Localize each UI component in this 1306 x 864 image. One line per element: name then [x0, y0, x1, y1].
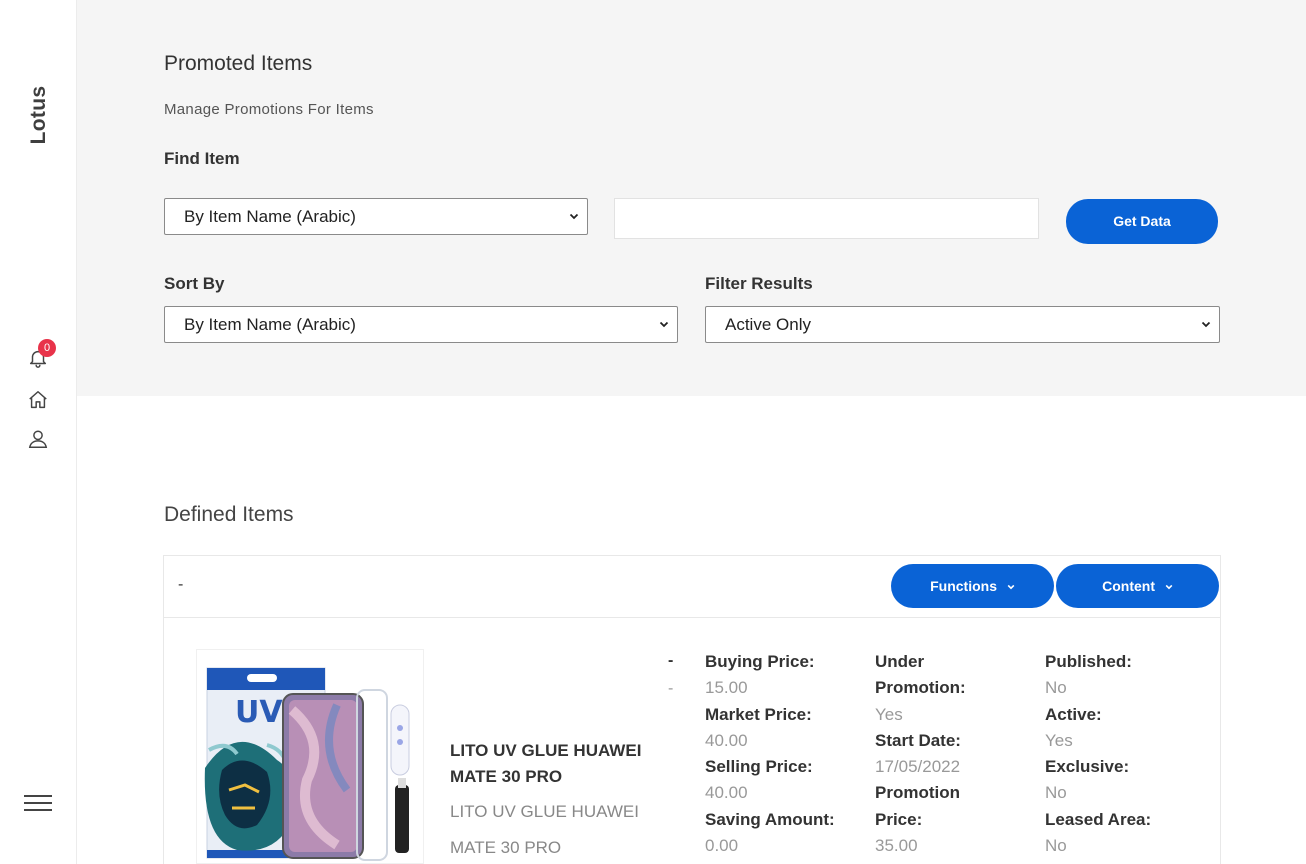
search-by-select[interactable]: By Item Name (Arabic) — [164, 198, 588, 235]
saving-amount-value: 0.00 — [705, 836, 739, 856]
buying-price-value: 15.00 — [705, 678, 748, 698]
item-subtitle: LITO UV GLUE HUAWEI MATE 30 PRO — [450, 794, 650, 864]
saving-amount-label: Saving Amount: — [705, 809, 835, 829]
chevron-down-icon — [1201, 321, 1211, 328]
filter-results-value: Active Only — [725, 315, 811, 334]
buying-price-label: Buying Price: — [705, 652, 815, 671]
card-header-text: - — [178, 576, 184, 593]
product-image: UV — [197, 650, 423, 863]
find-item-label: Find Item — [164, 149, 240, 168]
item-subtitle-line1: LITO UV GLUE HUAWEI — [450, 802, 639, 821]
pricing-column: Buying Price: 15.00 Market Price: 40.00 … — [705, 649, 865, 859]
sort-by-value: By Item Name (Arabic) — [184, 315, 356, 334]
promotion-price-label: Promotion Price: — [875, 783, 960, 829]
chevron-down-icon — [1007, 585, 1015, 590]
chevron-down-icon — [659, 321, 669, 328]
chevron-down-icon — [569, 213, 579, 220]
start-date-value: 17/05/2022 — [875, 757, 961, 777]
leased-area-value: No — [1045, 836, 1067, 856]
promotion-column: Under Promotion: Yes Start Date: 17/05/2… — [875, 649, 995, 859]
status-column: Published: No Active: Yes Exclusive: No … — [1045, 649, 1195, 859]
functions-label: Functions — [930, 578, 997, 594]
home-icon[interactable] — [27, 389, 49, 411]
page-subtitle: Manage Promotions For Items — [164, 101, 374, 118]
exclusive-label: Exclusive: — [1045, 757, 1130, 777]
brand-name: Lotus — [27, 85, 50, 145]
promotion-price-value: 35.00 — [875, 836, 918, 856]
selling-price-label: Selling Price: — [705, 757, 813, 777]
search-panel: Promoted Items Manage Promotions For Ite… — [77, 0, 1306, 396]
under-promotion-label: Under Promotion: — [875, 652, 966, 698]
market-price-label: Market Price: — [705, 704, 812, 724]
sidebar: Lotus 0 — [0, 0, 77, 864]
sort-by-label: Sort By — [164, 274, 225, 293]
get-data-button[interactable]: Get Data — [1066, 199, 1218, 244]
published-label: Published: — [1045, 652, 1132, 671]
sort-by-select[interactable]: By Item Name (Arabic) — [164, 306, 678, 343]
exclusive-value: No — [1045, 783, 1067, 803]
item-subtitle-line2: MATE 30 PRO — [450, 838, 562, 857]
chevron-down-icon — [1165, 585, 1173, 590]
brand-logo[interactable]: Lotus — [24, 80, 54, 150]
search-by-value: By Item Name (Arabic) — [184, 207, 356, 226]
filter-results-label: Filter Results — [705, 274, 813, 293]
search-input[interactable] — [614, 198, 1039, 239]
market-price-value: 40.00 — [705, 730, 748, 750]
item-thumbnail[interactable]: UV — [196, 649, 424, 864]
under-promotion-value: Yes — [875, 704, 903, 724]
item-dash-light: - — [668, 680, 674, 697]
active-label: Active: — [1045, 704, 1102, 724]
functions-dropdown-button[interactable]: Functions — [891, 564, 1054, 608]
active-value: Yes — [1045, 730, 1073, 750]
selling-price-value: 40.00 — [705, 783, 748, 803]
menu-icon[interactable] — [24, 795, 52, 815]
user-icon[interactable] — [27, 428, 49, 450]
svg-text:UV: UV — [235, 695, 283, 730]
card-header: - Functions Content — [164, 556, 1220, 618]
notification-badge: 0 — [38, 339, 56, 357]
published-value: No — [1045, 678, 1067, 698]
item-name[interactable]: LITO UV GLUE HUAWEI MATE 30 PRO — [450, 738, 650, 790]
content-label: Content — [1102, 578, 1155, 594]
page-title: Promoted Items — [164, 52, 313, 75]
content-dropdown-button[interactable]: Content — [1056, 564, 1219, 608]
filter-results-select[interactable]: Active Only — [705, 306, 1220, 343]
start-date-label: Start Date: — [875, 730, 961, 750]
item-dash-bold: - — [668, 652, 674, 669]
leased-area-label: Leased Area: — [1045, 809, 1152, 829]
defined-items-title: Defined Items — [164, 503, 294, 526]
